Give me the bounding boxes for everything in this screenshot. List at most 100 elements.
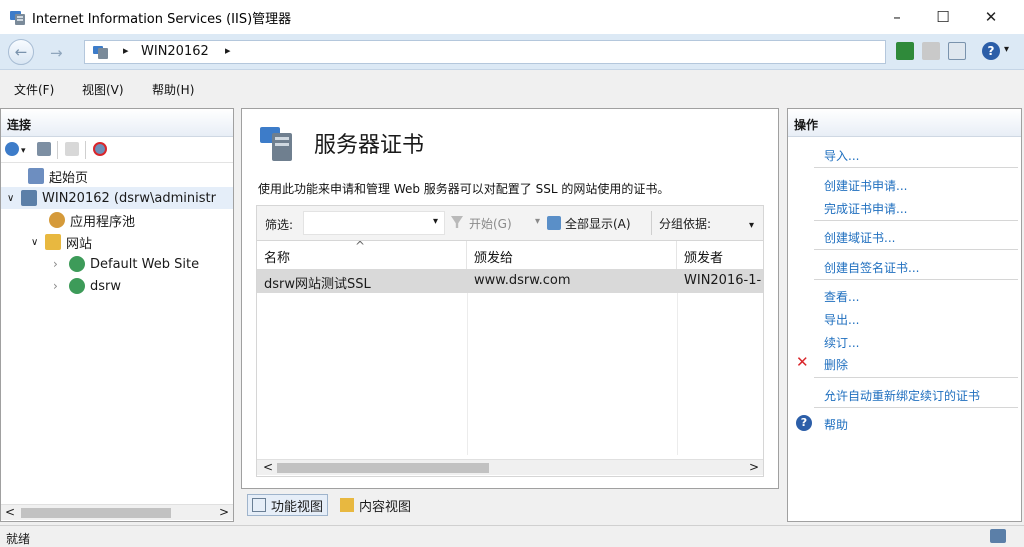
tree-toggle[interactable]: › [53, 257, 69, 271]
close-button[interactable]: ✕ [968, 0, 1014, 34]
start-page-icon [28, 168, 44, 184]
action-view[interactable]: 查看... [824, 288, 859, 305]
connect-globe-icon[interactable] [5, 142, 19, 156]
remove-connection-icon[interactable] [93, 142, 107, 156]
connections-tree: 起始页 ∨ WIN20162 (dsrw\administr 应用程序池 ∨ 网… [1, 165, 233, 297]
help-dropdown-icon[interactable]: ▾ [1004, 44, 1009, 55]
tree-item-app-pools[interactable]: 应用程序池 [1, 209, 233, 231]
tab-label: 功能视图 [271, 499, 324, 515]
filter-label: 筛选: [265, 218, 294, 232]
address-path[interactable]: ▸ WIN20162 ▸ [84, 40, 886, 64]
help-icon[interactable]: ? [982, 42, 1000, 60]
iis-manager-window: Internet Information Services (IIS)管理器 –… [0, 0, 1024, 547]
column-header-issued-by[interactable]: 颁发者 [677, 241, 763, 269]
column-header-name[interactable]: 名称 ^ [257, 239, 467, 269]
action-separator [814, 279, 1018, 280]
scroll-left-button[interactable]: < [5, 505, 15, 519]
show-all-button[interactable]: 全部显示(A) [565, 215, 631, 232]
tree-label: WIN20162 (dsrw\administr [42, 190, 216, 206]
action-export[interactable]: 导出... [824, 311, 859, 328]
tree-toggle[interactable]: ∨ [31, 237, 45, 248]
column-divider [677, 269, 678, 455]
crumb-separator-trailing[interactable]: ▸ [225, 44, 231, 57]
tree-item-start-page[interactable]: 起始页 [1, 165, 233, 187]
tab-content-view[interactable]: 内容视图 [336, 494, 415, 516]
minimize-button[interactable]: – [874, 0, 920, 34]
action-delete[interactable]: 删除 [824, 356, 848, 373]
toolbar-divider-2 [85, 141, 86, 159]
filter-divider [651, 211, 652, 235]
action-help[interactable]: 帮助 [824, 416, 848, 433]
table-hscrollbar[interactable]: < > [257, 459, 763, 475]
crumb-separator: ▸ [123, 44, 129, 57]
action-create-self-signed-certificate[interactable]: 创建自签名证书... [824, 259, 919, 276]
website-globe-icon [69, 278, 85, 294]
tree-item-default-web-site[interactable]: › Default Web Site [1, 253, 233, 275]
home-icon[interactable] [948, 42, 966, 60]
up-level-icon[interactable] [65, 142, 79, 156]
scroll-right-button[interactable]: > [749, 460, 759, 474]
tree-item-dsrw[interactable]: › dsrw [1, 275, 233, 297]
save-icon[interactable] [37, 142, 51, 156]
filter-bar: 筛选: ▾ 开始(G) ▾ 全部显示(A) 分组依据: ▾ [256, 205, 764, 241]
connections-hscrollbar[interactable]: < > [1, 504, 233, 520]
action-import[interactable]: 导入... [824, 147, 859, 164]
maximize-button[interactable]: ☐ [920, 0, 966, 34]
scroll-thumb[interactable] [21, 508, 171, 518]
menu-bar: 文件(F) 视图(V) 帮助(H) [0, 70, 1024, 106]
disconnect-icon[interactable] [922, 42, 940, 60]
action-complete-certificate-request[interactable]: 完成证书申请... [824, 200, 907, 217]
tree-item-server[interactable]: ∨ WIN20162 (dsrw\administr [1, 187, 233, 209]
scroll-right-button[interactable]: > [219, 505, 229, 519]
iis-app-icon [9, 8, 27, 26]
page-title: 服务器证书 [314, 133, 425, 158]
action-separator [814, 220, 1018, 221]
column-label: 名称 [264, 251, 291, 266]
breadcrumb-server[interactable]: WIN20162 [141, 44, 209, 59]
features-view-icon [252, 498, 266, 512]
certificates-table: 名称 ^ 颁发给 颁发者 dsrw网站测试SSL www.dsrw.com WI… [256, 239, 764, 477]
action-separator [814, 167, 1018, 168]
tab-label: 内容视图 [359, 499, 412, 515]
forward-button[interactable]: → [50, 44, 63, 62]
action-create-certificate-request[interactable]: 创建证书申请... [824, 177, 907, 194]
tree-label: dsrw [90, 278, 122, 294]
tab-features-view[interactable]: 功能视图 [247, 494, 329, 516]
scroll-thumb[interactable] [277, 463, 489, 473]
show-all-icon [547, 216, 561, 230]
website-globe-icon [69, 256, 85, 272]
action-renew[interactable]: 续订... [824, 334, 859, 351]
sort-ascending-icon: ^ [355, 239, 366, 253]
column-header-issued-to[interactable]: 颁发给 [467, 241, 677, 269]
group-by-dropdown-icon[interactable]: ▾ [749, 220, 754, 231]
group-by-label[interactable]: 分组依据: [659, 215, 711, 232]
server-certificates-icon [258, 123, 298, 163]
action-separator [814, 407, 1018, 408]
go-dropdown-icon[interactable]: ▾ [535, 216, 540, 227]
menu-view[interactable]: 视图(V) [82, 81, 124, 98]
tree-label: 起始页 [49, 170, 89, 186]
column-label: 颁发给 [474, 251, 514, 266]
action-create-domain-certificate[interactable]: 创建域证书... [824, 229, 895, 246]
filter-dropdown-icon[interactable]: ▾ [433, 216, 438, 227]
delete-icon: ✕ [796, 353, 809, 371]
connect-dropdown-icon[interactable]: ▾ [21, 146, 26, 156]
tree-label: Default Web Site [90, 256, 200, 272]
go-button[interactable]: 开始(G) [469, 215, 512, 232]
table-row[interactable]: dsrw网站测试SSL www.dsrw.com WIN2016-1- [257, 269, 763, 293]
tree-toggle[interactable]: › [53, 279, 69, 293]
back-button[interactable]: ← [8, 39, 34, 65]
status-server-icon [990, 529, 1006, 543]
actions-pane: 操作 导入... 创建证书申请... 完成证书申请... 创建域证书... 创建… [787, 108, 1022, 522]
menu-help[interactable]: 帮助(H) [152, 81, 194, 98]
menu-file[interactable]: 文件(F) [14, 81, 54, 98]
server-icon [21, 190, 37, 206]
tree-toggle[interactable]: ∨ [7, 193, 21, 204]
sites-folder-icon [45, 234, 61, 250]
connections-pane: 连接 ▾ 起始页 ∨ WIN20162 (dsrw\administr 应用程序… [0, 108, 234, 522]
action-allow-auto-rebind[interactable]: 允许自动重新绑定续订的证书 [824, 387, 980, 404]
connect-icon[interactable] [896, 42, 914, 60]
tree-item-sites[interactable]: ∨ 网站 [1, 231, 233, 253]
filter-input[interactable] [303, 211, 445, 235]
scroll-left-button[interactable]: < [263, 460, 273, 474]
